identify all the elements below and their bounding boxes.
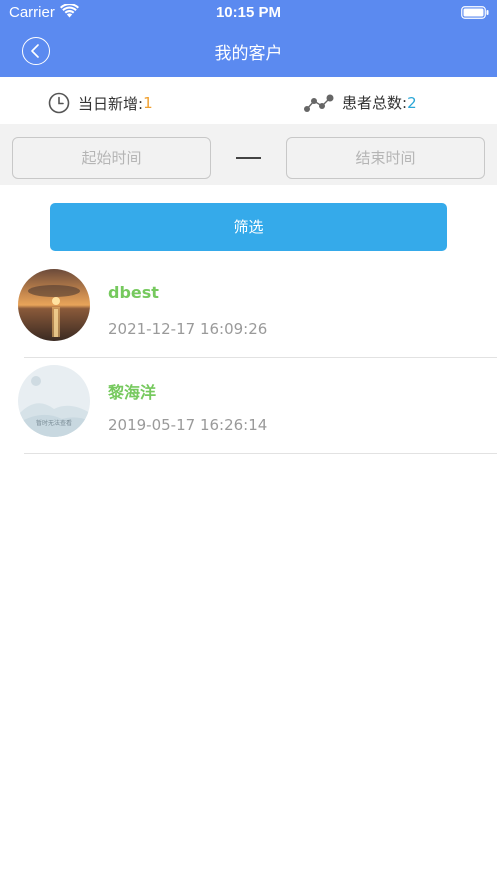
start-date-field[interactable]: 起始时间 xyxy=(12,137,211,179)
status-time: 10:15 PM xyxy=(215,4,282,21)
total-patients-label: 患者总数: xyxy=(342,94,408,112)
stats-bar: 当日新增: 1 患者总数: 2 xyxy=(0,77,497,124)
avatar xyxy=(18,269,90,341)
sunset-avatar-image xyxy=(18,269,90,341)
date-range-separator xyxy=(236,157,261,159)
navigation-bar: 我的客户 xyxy=(0,26,497,77)
row-divider xyxy=(24,453,497,454)
customer-list: dbest 2021-12-17 16:09:26 暂时无法查看 黎海洋 201… xyxy=(0,262,497,454)
daily-new-stat: 当日新增: 1 xyxy=(48,92,153,114)
customer-time: 2021-12-17 16:09:26 xyxy=(108,320,268,338)
total-patients-value: 2 xyxy=(407,93,417,112)
customer-name: 黎海洋 xyxy=(108,383,157,402)
customer-row[interactable]: dbest 2021-12-17 16:09:26 xyxy=(0,262,497,358)
avatar: 暂时无法查看 xyxy=(18,365,90,437)
total-patients-stat: 患者总数: 2 xyxy=(304,92,417,113)
customer-row[interactable]: 暂时无法查看 黎海洋 2019-05-17 16:26:14 xyxy=(0,358,497,454)
avatar-text: 暂时无法查看 xyxy=(36,419,72,427)
date-filter-area: 起始时间 结束时间 xyxy=(0,124,497,185)
placeholder-avatar-image: 暂时无法查看 xyxy=(18,365,90,437)
status-bar: Carrier 10:15 PM xyxy=(0,0,497,26)
daily-new-label: 当日新增: xyxy=(78,94,144,113)
filter-button[interactable]: 筛选 xyxy=(50,203,447,251)
daily-new-value: 1 xyxy=(143,94,153,112)
clock-icon xyxy=(48,92,70,114)
customer-time: 2019-05-17 16:26:14 xyxy=(108,416,268,434)
battery-icon xyxy=(461,6,489,19)
page-title: 我的客户 xyxy=(214,44,283,64)
app-header: Carrier 10:15 PM 我的客户 xyxy=(0,0,497,77)
trend-icon xyxy=(304,94,334,112)
customer-name: dbest xyxy=(108,283,159,302)
end-date-field[interactable]: 结束时间 xyxy=(286,137,485,179)
